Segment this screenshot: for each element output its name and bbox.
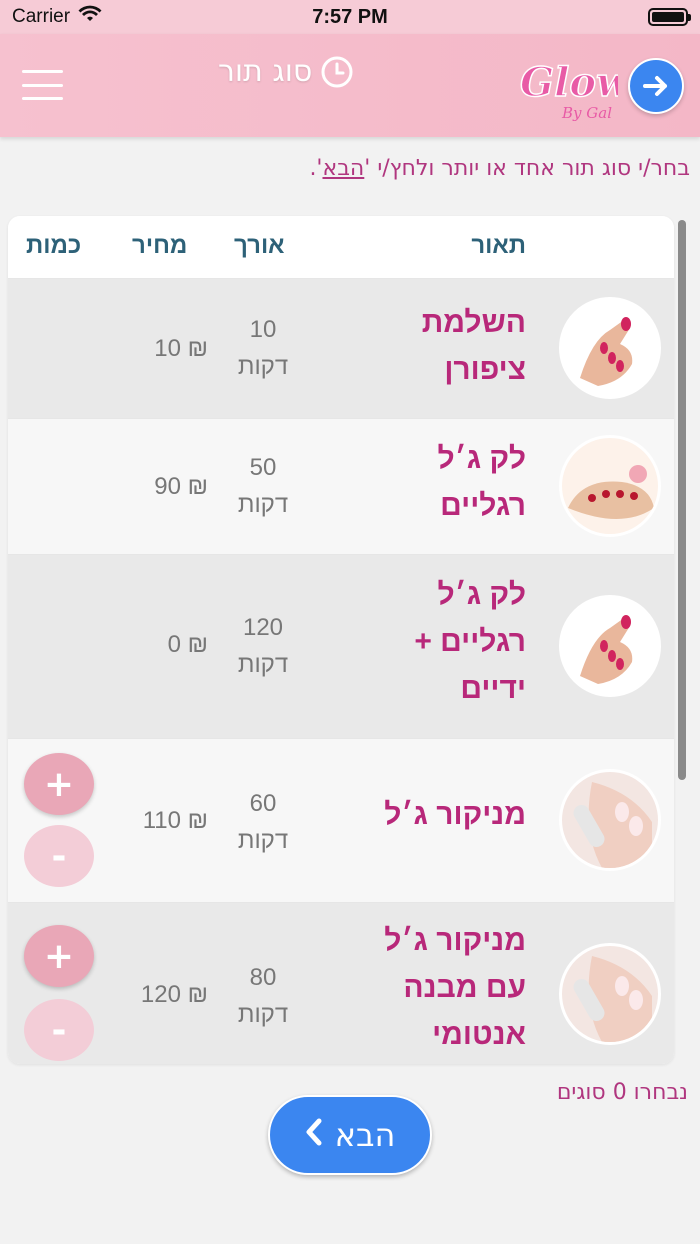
service-price: 120 ₪ [140, 981, 208, 1008]
selected-count-label: נבחרו 0 סוגים [556, 1080, 688, 1105]
next-button[interactable]: הבא [268, 1095, 432, 1175]
service-name: השלמת ציפורן [421, 306, 526, 386]
table-scrollbar[interactable] [678, 220, 686, 780]
service-duration: 60 דקות [237, 790, 289, 854]
table-header-row: תאור אורך מחיר כמות [8, 216, 674, 278]
manicure-file-image [559, 943, 661, 1045]
wifi-icon [78, 5, 102, 29]
status-bar: Carrier 7:57 PM [0, 0, 700, 34]
next-button-label: הבא [334, 1116, 396, 1154]
service-duration: 10 דקות [237, 316, 289, 380]
service-name: לק ג׳ל רגליים [437, 442, 526, 522]
arrow-right-icon [643, 76, 667, 96]
instruction-prefix: בחר/י סוג תור אחד או יותר ולחץ/י ' [364, 156, 690, 181]
decrease-quantity-button[interactable]: - [24, 999, 94, 1061]
service-price: 10 ₪ [154, 335, 208, 362]
app-header: סוג תור Glow By Gal [0, 34, 700, 137]
increase-quantity-button[interactable]: + [24, 925, 94, 987]
back-arrow-button[interactable] [628, 58, 684, 114]
logo-sub-text: By Gal [561, 104, 612, 122]
hand-nails-image [559, 595, 661, 697]
service-duration: 50 דקות [237, 454, 289, 518]
appointment-types-table: תאור אורך מחיר כמות השלמת ציפורן 10 דקות… [8, 216, 674, 1064]
header-price: מחיר [132, 232, 188, 259]
carrier-label: Carrier [12, 6, 71, 27]
service-name: לק ג׳ל רגליים + ידיים [414, 578, 526, 705]
clock-icon [320, 55, 354, 89]
service-price: 0 ₪ [167, 631, 208, 658]
increase-quantity-button[interactable]: + [24, 753, 94, 815]
glow-logo: Glow By Gal [518, 44, 633, 126]
instruction-next-link[interactable]: הבא [322, 156, 364, 181]
table-row[interactable]: לק ג׳ל רגליים 50 דקות 90 ₪ [8, 418, 674, 554]
table-row[interactable]: מניקור ג׳ל 60 דקות 110 ₪ + - [8, 738, 674, 902]
status-time: 7:57 PM [312, 5, 388, 28]
decrease-quantity-button[interactable]: - [24, 825, 94, 887]
service-price: 110 ₪ [142, 807, 208, 834]
header-description: תאור [471, 232, 526, 259]
page-title-text: סוג תור [218, 54, 313, 89]
table-row[interactable]: מניקור ג׳ל עם מבנה אנטומי 80 דקות 120 ₪ … [8, 902, 674, 1064]
table-row[interactable]: לק ג׳ל רגליים + ידיים 120 דקות 0 ₪ [8, 554, 674, 738]
instruction-text: בחר/י סוג תור אחד או יותר ולחץ/י 'הבא'. [10, 156, 690, 181]
service-name: מניקור ג׳ל עם מבנה אנטומי [384, 924, 526, 1051]
service-name: מניקור ג׳ל [384, 798, 526, 831]
header-duration: אורך [234, 232, 285, 259]
page-title: סוג תור [218, 54, 354, 89]
table-row[interactable]: השלמת ציפורן 10 דקות 10 ₪ [8, 278, 674, 418]
chevron-left-icon [305, 1116, 323, 1154]
logo-main-text: Glow [520, 59, 618, 106]
battery-icon [648, 8, 691, 26]
feet-nails-image [559, 435, 661, 537]
hamburger-menu-button[interactable] [22, 70, 63, 100]
hand-nails-image [559, 297, 661, 399]
service-price: 90 ₪ [154, 473, 208, 500]
manicure-file-image [559, 769, 661, 871]
instruction-suffix: '. [309, 156, 323, 181]
service-duration: 80 דקות [237, 964, 289, 1028]
header-quantity: כמות [26, 232, 82, 259]
service-duration: 120 דקות [237, 614, 289, 678]
